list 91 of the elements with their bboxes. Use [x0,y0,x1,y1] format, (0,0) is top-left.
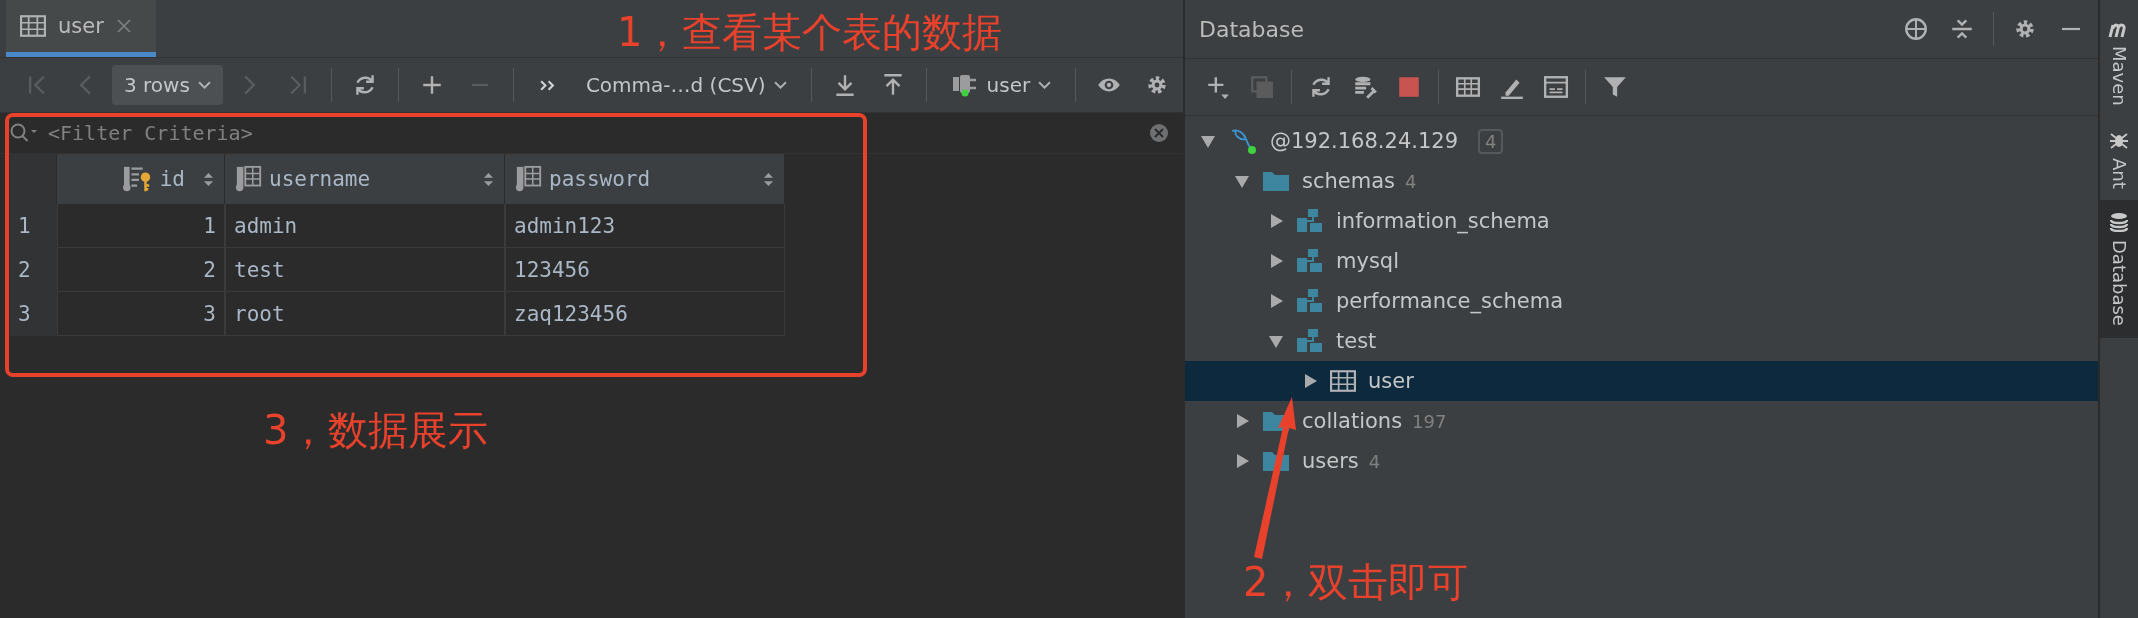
table-icon [1330,370,1356,392]
item-count: 4 [1405,170,1417,192]
filter-field[interactable]: <Filter Criteria> [46,120,1143,146]
schema-icon [1296,248,1324,274]
row-number: 2 [10,248,57,292]
database-icon [2109,212,2129,233]
annotation-text: 2，双击即可 [1243,558,1469,606]
tree-label: collations [1302,409,1403,433]
annotation-text: 1，查看某个表的数据 [617,8,1003,56]
table-icon [20,15,46,37]
plug-icon [950,72,979,98]
row-number: 1 [10,204,57,248]
next-page-icon [243,74,257,96]
table-cell: test [225,248,505,292]
column-icon [235,165,263,193]
caret-icon [773,80,787,90]
clear-icon[interactable] [1149,123,1169,143]
minimize-icon [2060,27,2082,31]
folder-icon [1262,170,1290,192]
table-cell: 3 [57,292,225,336]
item-count: 4 [1368,450,1381,472]
editor-tab[interactable]: user [6,0,156,57]
item-count: 4 [1478,128,1504,154]
tree-item[interactable]: performance_schema [1185,281,2098,321]
plus-icon [420,74,443,96]
first-page-icon [28,74,46,96]
expander-icon[interactable] [1268,293,1284,309]
expander-icon[interactable] [1302,373,1318,389]
sort-icon[interactable] [203,170,214,188]
table-cell: root [225,292,505,336]
expander-icon[interactable] [1200,133,1216,149]
session-dropdown[interactable]: user [938,65,1064,105]
last-page-icon [288,74,307,96]
table-cell: 1 [57,204,225,248]
expander-icon[interactable] [1234,413,1250,429]
copy-icon [1249,74,1275,100]
tree-label: users [1302,449,1359,473]
tree-item[interactable]: schemas 4 [1185,161,2098,201]
expander-icon[interactable] [1268,333,1284,349]
crosshair-icon [1903,16,1929,42]
previous-page-icon [78,74,92,96]
sort-icon[interactable] [483,170,494,188]
tree-item[interactable]: mysql [1185,241,2098,281]
filter-bar[interactable]: <Filter Criteria> [0,113,1183,154]
double-chevron-icon [538,78,555,92]
table-cell: 2 [57,248,225,292]
tree-label: @192.168.24.129 [1270,129,1458,153]
sort-icon[interactable] [763,170,774,188]
table-cell: admin123 [505,204,785,248]
tree-item[interactable]: test [1185,321,2098,361]
tree-item[interactable]: user [1185,361,2098,401]
tree-label: test [1336,329,1377,353]
panel-title: Database [1199,16,1305,42]
schema-icon [1296,288,1324,314]
schema-icon [1296,328,1324,354]
database-wrench-icon [1352,74,1378,100]
item-count: 197 [1412,410,1447,432]
database-tab[interactable]: Database [2100,200,2138,339]
column-icon [515,165,543,193]
tree-label: information_schema [1336,209,1550,233]
row-number: 3 [10,292,57,336]
table-cell: zaq123456 [505,292,785,336]
expander-icon[interactable] [1268,253,1284,269]
search-icon[interactable] [8,122,40,144]
close-icon[interactable] [115,18,132,34]
tree-label: performance_schema [1336,289,1564,313]
column-header[interactable]: id [57,154,225,204]
maven-tab[interactable]: Maven [2100,8,2138,118]
schema-icon [1296,208,1324,234]
column-header[interactable]: password [505,154,785,204]
tree-label: schemas [1302,169,1395,193]
table-cell: 123456 [505,248,785,292]
expander-icon[interactable] [1234,453,1250,469]
column-header[interactable]: username [225,154,505,204]
tree-item[interactable]: @192.168.24.129 4 [1185,121,2098,161]
expander-icon[interactable] [1234,173,1250,189]
caret-icon [1038,80,1052,90]
caret-icon [197,80,211,90]
tree-item[interactable]: information_schema [1185,201,2098,241]
expander-icon[interactable] [1268,213,1284,229]
ant-tab[interactable]: Ant [2100,117,2138,201]
tree-label: user [1368,369,1414,393]
stop-icon [1396,74,1422,100]
console-icon [1543,74,1569,100]
rows-dropdown[interactable]: 3 rows [112,65,223,105]
table-cell: admin [225,204,505,248]
tree-label: mysql [1336,249,1399,273]
plus-icon [1205,74,1231,100]
annotation-text: 3，数据展示 [263,406,489,454]
table-icon [1455,74,1481,100]
format-dropdown[interactable]: Comma-…d (CSV) [573,65,799,105]
